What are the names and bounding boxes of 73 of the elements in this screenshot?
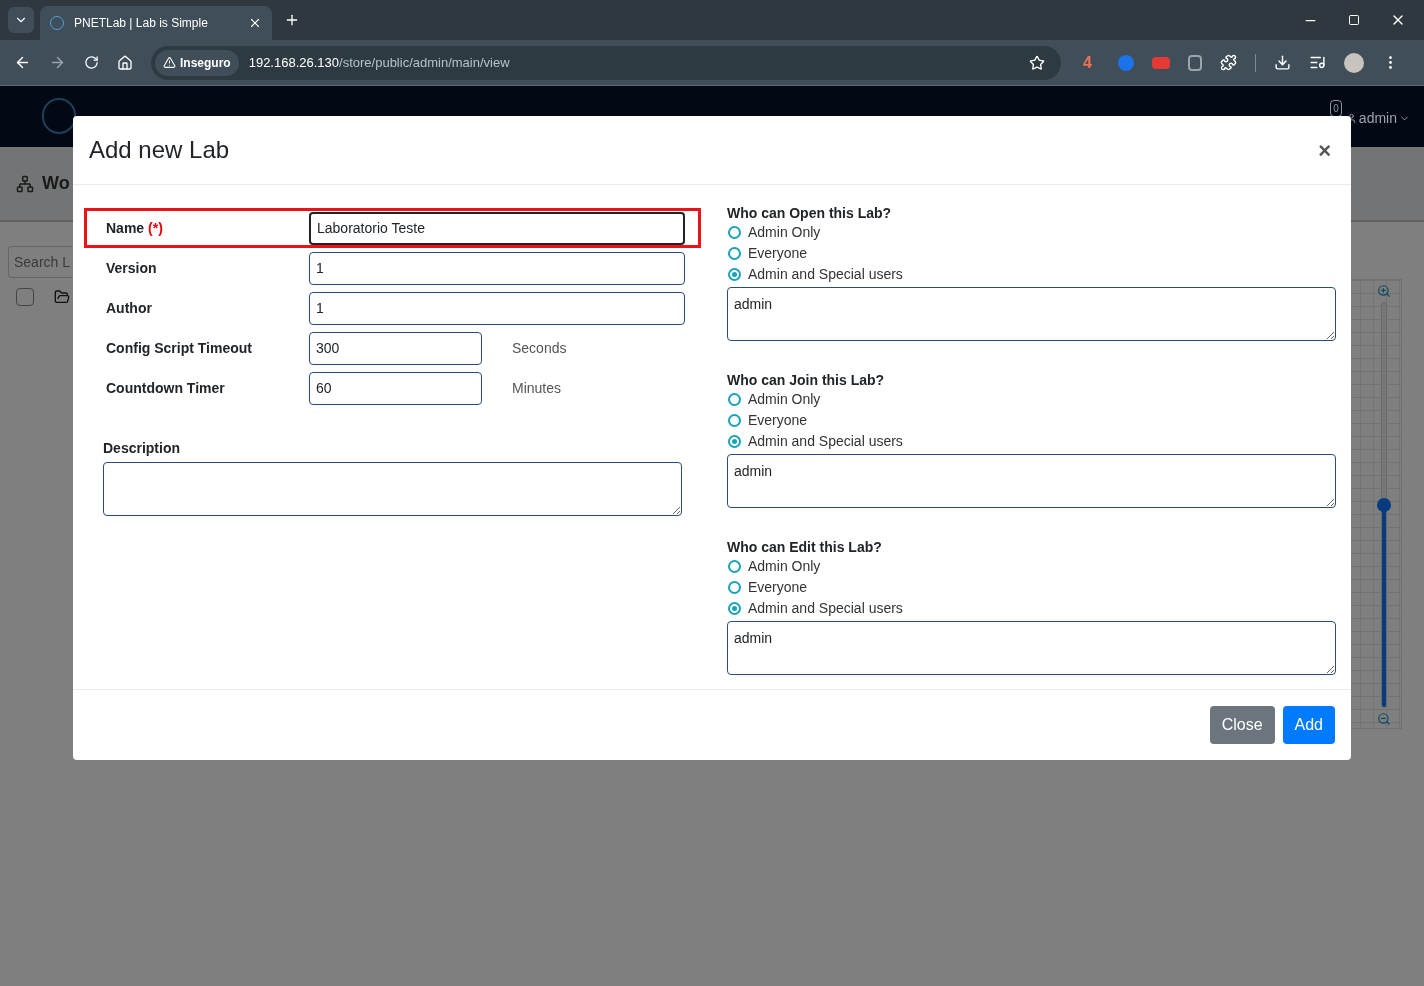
radio-button[interactable]: [728, 560, 741, 573]
extension-icon[interactable]: [1117, 54, 1134, 71]
extension-icon[interactable]: [1151, 56, 1170, 69]
tab-title: PNETLab | Lab is Simple: [74, 15, 209, 32]
page-title: Wo: [42, 172, 70, 195]
radio-label[interactable]: Everyone: [748, 243, 808, 264]
field-label: Config Script Timeout: [106, 340, 252, 356]
radio-label[interactable]: Admin Only: [748, 556, 821, 577]
users-field[interactable]: admin: [727, 287, 1336, 341]
radio-button[interactable]: [728, 581, 741, 594]
radio-button[interactable]: [728, 268, 741, 281]
checkbox[interactable]: [16, 288, 34, 306]
section-heading: Who can Join this Lab?: [727, 371, 886, 389]
radio-label[interactable]: Everyone: [748, 577, 808, 598]
reload-icon[interactable]: [84, 55, 99, 70]
bookmark-star-icon[interactable]: [1029, 54, 1045, 71]
section-heading: Who can Open this Lab?: [727, 204, 893, 222]
radio-label[interactable]: Admin and Special users: [748, 598, 903, 619]
forward-icon[interactable]: [49, 54, 66, 71]
close-button[interactable]: Close: [1209, 706, 1275, 744]
field-label: Author: [106, 300, 152, 316]
field-label: Countdown Timer: [106, 380, 225, 396]
add-button[interactable]: Add: [1282, 706, 1335, 744]
back-icon[interactable]: [14, 54, 31, 71]
radio-button[interactable]: [728, 602, 741, 615]
unit-label: Seconds: [512, 338, 567, 358]
profile-avatar[interactable]: [1343, 52, 1364, 73]
unit-label: Minutes: [512, 378, 562, 398]
text-field[interactable]: 1: [309, 291, 685, 325]
radio-button[interactable]: [728, 226, 741, 239]
zoom-in-icon[interactable]: [1377, 284, 1391, 298]
radio-label[interactable]: Admin Only: [748, 389, 821, 410]
radio-label[interactable]: Everyone: [748, 410, 808, 431]
maximize-icon[interactable]: [1348, 14, 1360, 26]
text-field[interactable]: Laboratorio Teste: [309, 211, 685, 245]
radio-label[interactable]: Admin Only: [748, 222, 821, 243]
zoom-slider-thumb[interactable]: [1377, 498, 1391, 512]
field-label: Description: [103, 439, 181, 458]
zoom-out-icon[interactable]: [1377, 712, 1391, 726]
url-text: 192.168.26.130/store/public/admin/main/view: [248, 53, 511, 72]
radio-button[interactable]: [728, 414, 741, 427]
text-field[interactable]: 1: [309, 251, 685, 285]
warning-icon: [163, 56, 176, 69]
home-icon[interactable]: [117, 54, 133, 71]
close-icon[interactable]: [248, 16, 262, 30]
modal-title: Add new Lab: [89, 135, 230, 165]
media-icon[interactable]: [1308, 54, 1326, 71]
users-field[interactable]: admin: [727, 454, 1336, 508]
download-icon[interactable]: [1273, 54, 1291, 71]
close-button[interactable]: ×: [1318, 133, 1331, 167]
text-field[interactable]: 60: [309, 371, 482, 405]
extensions-icon[interactable]: [1219, 54, 1237, 71]
address-field[interactable]: Inseguro 192.168.26.130/store/public/admin/main/view: [151, 45, 1061, 80]
radio-label[interactable]: Admin and Special users: [748, 431, 903, 452]
text-field[interactable]: 300: [309, 331, 482, 365]
user-menu[interactable]: admin: [1345, 108, 1410, 129]
tab-list-button[interactable]: [8, 7, 34, 33]
field-label: Version: [106, 260, 157, 276]
field-label: Name (*): [106, 220, 163, 236]
section-heading: Who can Edit this Lab?: [727, 538, 883, 556]
hierarchy-icon: [16, 174, 34, 193]
radio-button[interactable]: [728, 247, 741, 260]
radio-button[interactable]: [728, 435, 741, 448]
description-field[interactable]: [103, 462, 682, 516]
radio-button[interactable]: [728, 393, 741, 406]
radio-label[interactable]: Admin and Special users: [748, 264, 903, 285]
browser-tab[interactable]: PNETLab | Lab is Simple: [40, 6, 272, 40]
new-tab-icon[interactable]: [284, 12, 300, 28]
security-chip[interactable]: Inseguro: [155, 49, 239, 76]
users-field[interactable]: admin: [727, 621, 1336, 675]
extension-icon[interactable]: [1187, 54, 1202, 71]
search-field[interactable]: Search L: [8, 246, 72, 278]
folder-icon: [54, 289, 70, 305]
